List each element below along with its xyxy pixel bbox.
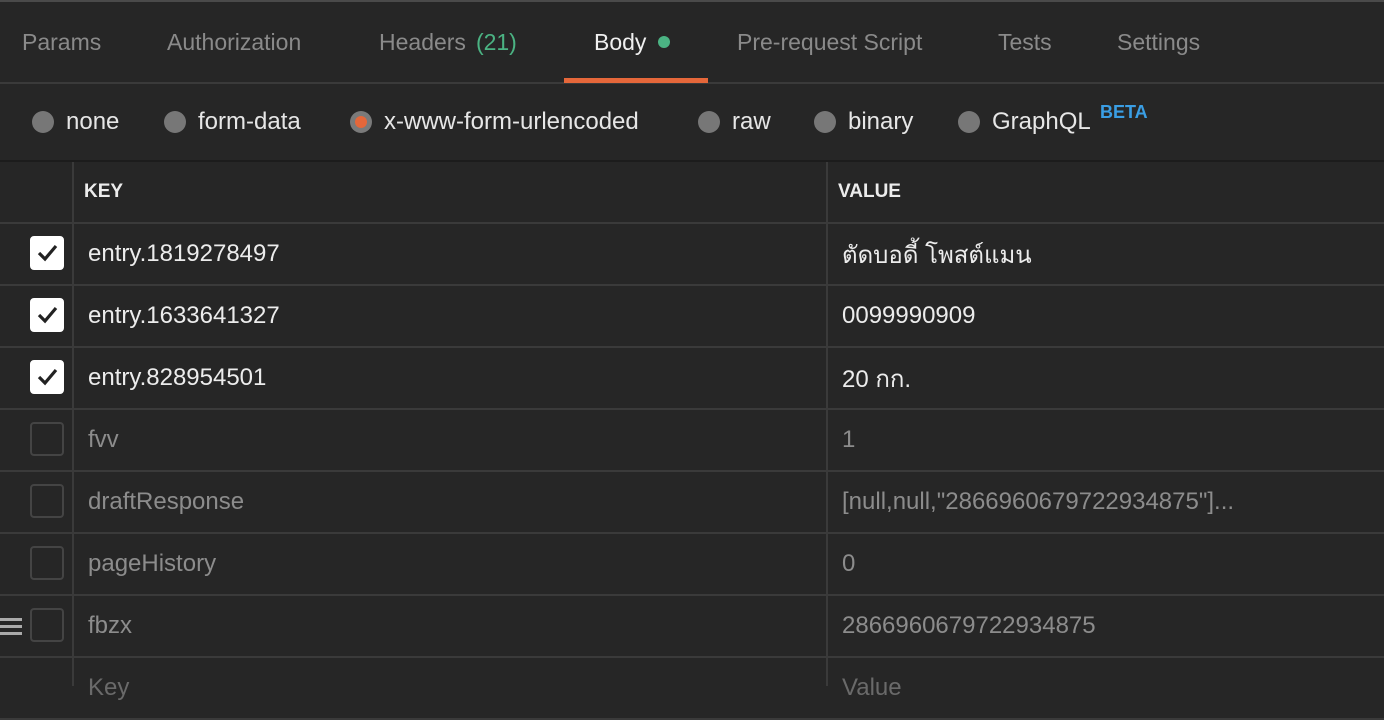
tab-params[interactable]: Params (22, 2, 101, 82)
new-row: Key Value (0, 658, 1384, 720)
row-key[interactable]: entry.1819278497 (88, 224, 818, 284)
radio-x-www-form-urlencoded[interactable]: x-www-form-urlencoded (350, 84, 639, 160)
radio-label: x-www-form-urlencoded (384, 108, 639, 135)
radio-circle-icon (698, 111, 720, 133)
row-value[interactable]: 2866960679722934875 (842, 596, 1372, 656)
table-row: fbzx 2866960679722934875 (0, 596, 1384, 658)
radio-binary[interactable]: binary (814, 84, 913, 160)
radio-circle-icon (32, 111, 54, 133)
table-row: entry.1633641327 0099990909 (0, 286, 1384, 348)
radio-label: GraphQL (992, 108, 1091, 135)
radio-label: form-data (198, 108, 301, 135)
tab-tests[interactable]: Tests (998, 2, 1052, 82)
active-tab-indicator (564, 78, 708, 83)
headers-count-badge: (21) (475, 28, 517, 55)
table-row: entry.1819278497 ตัดบอดี้ โพสต์แมน (0, 224, 1384, 286)
tab-headers[interactable]: Headers (21) (379, 2, 517, 82)
row-value[interactable]: 0099990909 (842, 286, 1372, 346)
tab-label: Params (22, 28, 102, 55)
row-checkbox[interactable] (30, 298, 64, 332)
row-value[interactable]: 1 (842, 410, 1372, 470)
row-checkbox[interactable] (30, 422, 64, 456)
new-value-input[interactable]: Value (842, 658, 1372, 718)
tab-label: Authorization (167, 28, 302, 55)
radio-label: binary (848, 108, 914, 135)
value-column-header: VALUE (838, 181, 901, 202)
radio-circle-selected-icon (350, 111, 372, 133)
checkmark-icon (37, 306, 58, 324)
row-key[interactable]: pageHistory (88, 534, 818, 594)
radio-graphql[interactable]: GraphQL (958, 84, 1091, 160)
table-row: fvv 1 (0, 410, 1384, 472)
row-key[interactable]: draftResponse (88, 472, 818, 532)
row-checkbox[interactable] (30, 236, 64, 270)
row-key[interactable]: entry.828954501 (88, 348, 818, 408)
checkmark-icon (37, 244, 58, 262)
tab-label: Tests (998, 28, 1052, 55)
table-row: draftResponse [null,null,"28669606797229… (0, 472, 1384, 534)
tab-label: Settings (1117, 28, 1201, 55)
body-modified-dot-icon (658, 36, 671, 48)
tab-authorization[interactable]: Authorization (167, 2, 301, 82)
row-key[interactable]: fvv (88, 410, 818, 470)
row-value[interactable]: ตัดบอดี้ โพสต์แมน (842, 224, 1372, 284)
tab-label: Pre-request Script (737, 28, 923, 55)
key-column-header: KEY (84, 181, 124, 202)
row-key[interactable]: entry.1633641327 (88, 286, 818, 346)
table-row: pageHistory 0 (0, 534, 1384, 596)
tab-label: Headers (379, 28, 466, 55)
new-key-input[interactable]: Key (88, 658, 818, 718)
row-checkbox[interactable] (30, 360, 64, 394)
table-row: entry.828954501 20 กก. (0, 348, 1384, 410)
tab-settings[interactable]: Settings (1117, 2, 1200, 82)
table-header: KEY VALUE (0, 162, 1384, 224)
row-value[interactable]: 20 กก. (842, 348, 1372, 408)
row-value[interactable]: [null,null,"2866960679722934875"]... (842, 472, 1372, 532)
radio-label: none (66, 108, 120, 135)
row-checkbox[interactable] (30, 608, 64, 642)
row-checkbox[interactable] (30, 546, 64, 580)
radio-raw[interactable]: raw (698, 84, 771, 160)
body-type-selector: none form-data x-www-form-urlencoded raw… (0, 84, 1384, 162)
params-table: KEY VALUE entry.1819278497 ตัดบอดี้ โพสต… (0, 162, 1384, 720)
radio-form-data[interactable]: form-data (164, 84, 301, 160)
request-tabs: Params Authorization Headers (21) Body Pr… (0, 2, 1384, 84)
tab-pre-request-script[interactable]: Pre-request Script (737, 2, 922, 82)
radio-none[interactable]: none (32, 84, 119, 160)
tab-body[interactable]: Body (594, 2, 671, 82)
beta-badge: BETA (1100, 102, 1148, 122)
radio-circle-icon (958, 111, 980, 133)
checkmark-icon (37, 368, 58, 386)
row-checkbox[interactable] (30, 484, 64, 518)
radio-label: raw (732, 108, 771, 135)
row-key[interactable]: fbzx (88, 596, 818, 656)
tab-label: Body (594, 28, 647, 55)
radio-circle-icon (164, 111, 186, 133)
row-value[interactable]: 0 (842, 534, 1372, 594)
radio-circle-icon (814, 111, 836, 133)
drag-handle-icon[interactable] (0, 618, 22, 639)
